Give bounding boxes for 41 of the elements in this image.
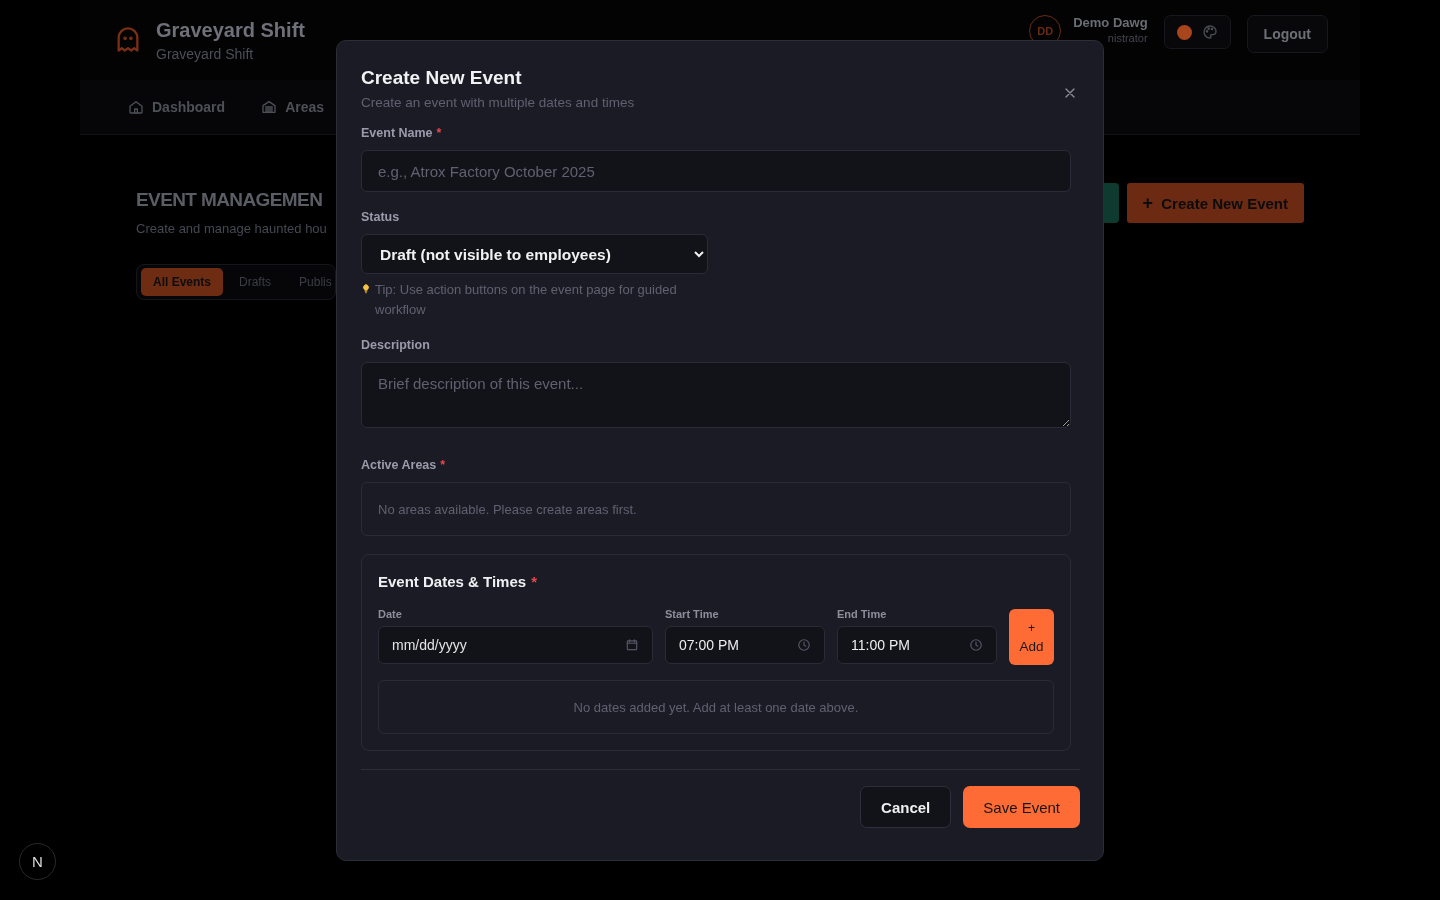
event-name-input[interactable]: e.g., Atrox Factory October 2025 bbox=[361, 150, 1071, 192]
section-title: Event Dates & Times bbox=[378, 573, 527, 590]
empty-message: No dates added yet. Add at least one date above. bbox=[573, 699, 859, 715]
field-label: Start Time bbox=[665, 608, 720, 620]
field-label: Active Areas bbox=[361, 458, 437, 472]
status-select[interactable]: Draft (not visible to employees) bbox=[361, 234, 708, 274]
page-subheading: Create and manage haunted hou bbox=[136, 221, 328, 236]
lightbulb-icon bbox=[361, 282, 371, 296]
dev-badge[interactable]: N bbox=[19, 843, 56, 880]
app-subtitle: Graveyard Shift bbox=[156, 45, 255, 62]
description-textarea[interactable]: Brief description of this event... bbox=[361, 362, 1071, 428]
modal-subtitle: Create an event with multiple dates and times bbox=[361, 95, 635, 110]
field-label: Status bbox=[361, 210, 400, 224]
tip-text: Tip: Use action buttons on the event page for guided workflow bbox=[375, 281, 678, 319]
field-label: Date bbox=[378, 608, 403, 620]
user-role: nistrator bbox=[1106, 32, 1148, 44]
required-mark: * bbox=[436, 126, 442, 140]
field-label: Description bbox=[361, 338, 430, 352]
theme-toggle[interactable] bbox=[1163, 15, 1231, 49]
date-input[interactable]: mm/dd/yyyy bbox=[378, 626, 653, 664]
required-mark: * bbox=[440, 458, 446, 472]
field-label: Event Name bbox=[361, 126, 433, 140]
end-time-input[interactable]: 11:00 PM bbox=[837, 626, 997, 664]
clock-icon bbox=[797, 638, 811, 652]
modal-title: Create New Event bbox=[361, 67, 523, 89]
add-date-button[interactable]: + Add bbox=[1009, 609, 1054, 665]
empty-message: No areas available. Please create areas first. bbox=[378, 501, 637, 517]
cancel-button[interactable]: Cancel bbox=[860, 786, 952, 828]
save-event-button[interactable]: Save Event bbox=[963, 786, 1080, 828]
clock-icon bbox=[969, 638, 983, 652]
palette-icon bbox=[1201, 24, 1218, 40]
logout-button[interactable]: Logout bbox=[1246, 15, 1328, 53]
start-time-input[interactable]: 07:00 PM bbox=[665, 626, 825, 664]
calendar-icon bbox=[625, 638, 639, 652]
home-icon bbox=[128, 99, 144, 115]
required-mark: * bbox=[531, 573, 537, 590]
building-icon bbox=[261, 99, 278, 115]
field-label: End Time bbox=[837, 608, 888, 620]
page-heading: EVENT MANAGEMEN bbox=[136, 188, 324, 212]
app-title: Graveyard Shift bbox=[156, 18, 305, 42]
user-name: Demo Dawg bbox=[1073, 15, 1148, 30]
